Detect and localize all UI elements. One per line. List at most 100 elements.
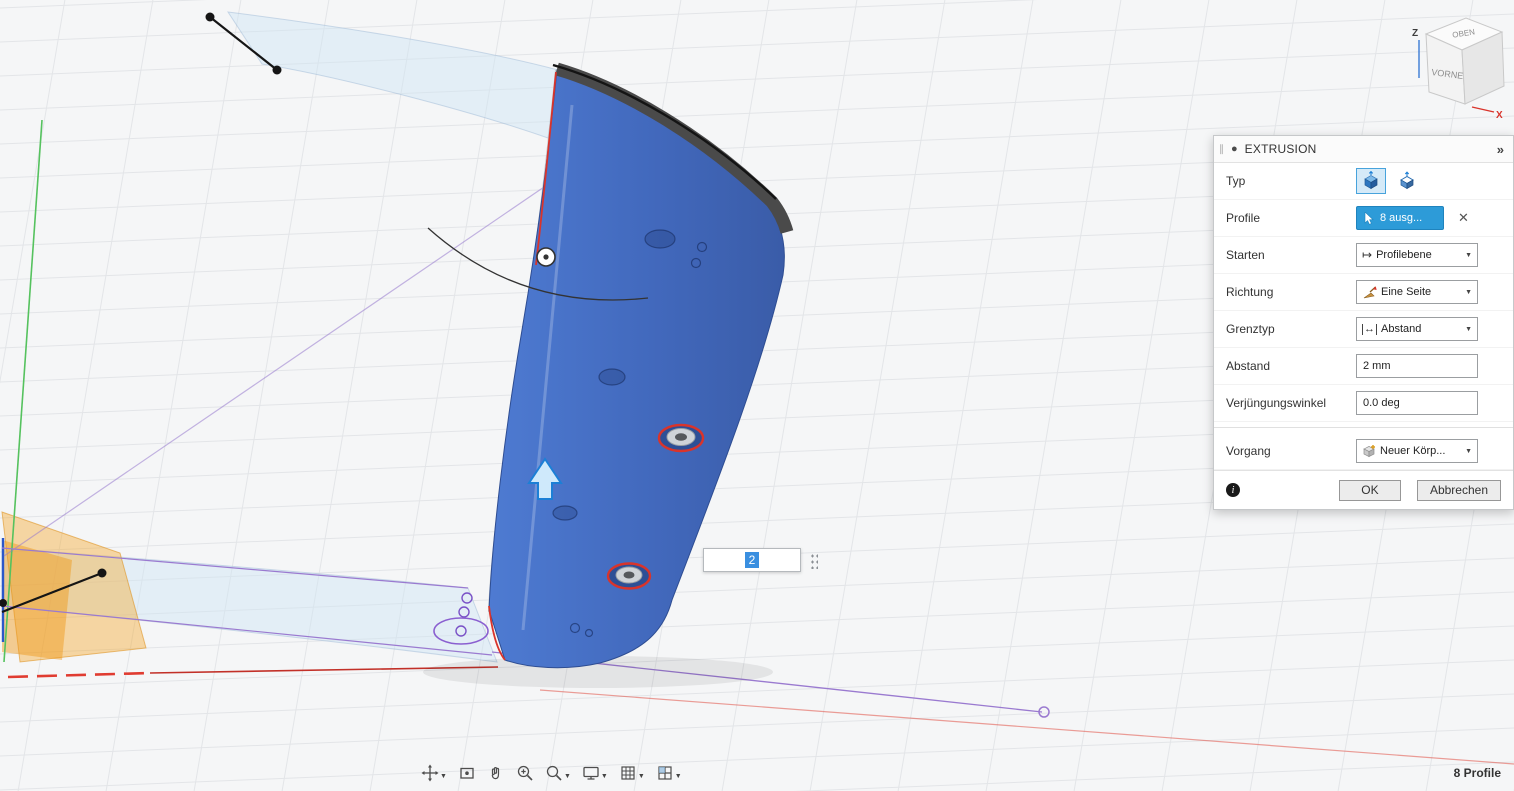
- new-body-icon: [1363, 445, 1375, 458]
- extrude-solid-icon: [1364, 171, 1378, 190]
- distance-extent-icon: ↔: [1362, 322, 1377, 335]
- row-vorgang: Vorgang Neuer Körp... ▼: [1214, 433, 1513, 470]
- extent-type-value: Abstand: [1381, 323, 1422, 335]
- drag-dots-icon: [808, 551, 818, 569]
- dimension-input[interactable]: 2: [703, 548, 801, 572]
- profile-selection-value: 8 ausg...: [1380, 212, 1423, 224]
- view-cube[interactable]: OBEN VORNE Z X: [1402, 4, 1512, 124]
- operation-value: Neuer Körp...: [1380, 445, 1446, 457]
- typ-label: Typ: [1226, 174, 1246, 188]
- dialog-drag-handle-icon[interactable]: ∥: [1219, 144, 1224, 155]
- row-grenztyp: Grenztyp ↔ Abstand ▼: [1214, 311, 1513, 348]
- orbit-tool[interactable]: ▼: [420, 763, 448, 783]
- viewports-icon: [658, 766, 672, 780]
- info-glyph: i: [1231, 484, 1235, 496]
- start-value: Profilebene: [1376, 249, 1432, 261]
- row-starten: Starten ↦ Profilebene ▼: [1214, 237, 1513, 274]
- sketch-point[interactable]: [205, 12, 215, 22]
- richtung-label: Richtung: [1226, 285, 1274, 299]
- dialog-title: EXTRUSION: [1244, 142, 1317, 156]
- pan-tool[interactable]: [486, 763, 506, 783]
- viewports-tool[interactable]: ▼: [655, 763, 683, 783]
- profile-label: Profile: [1226, 211, 1261, 225]
- axis-red-far: [539, 689, 1514, 765]
- orbit-icon: [421, 764, 439, 782]
- boss-feature[interactable]: [644, 229, 676, 249]
- row-taper: Verjüngungswinkel 0.0 deg: [1214, 385, 1513, 422]
- taper-angle-value: 0.0 deg: [1363, 397, 1400, 409]
- zoom-window-icon: [546, 765, 562, 781]
- taper-label: Verjüngungswinkel: [1226, 396, 1327, 410]
- model-body[interactable]: [433, 62, 794, 669]
- chevron-down-icon: ▼: [1465, 288, 1472, 296]
- distance-value: 2 mm: [1363, 360, 1391, 372]
- extent-type-dropdown[interactable]: ↔ Abstand ▼: [1356, 317, 1478, 341]
- direction-arrow-icon: [1363, 285, 1377, 298]
- ok-button[interactable]: OK: [1338, 479, 1401, 501]
- extrusion-command-icon: ●: [1231, 142, 1238, 155]
- chevron-down-icon: ▼: [600, 773, 608, 780]
- extrusion-dialog: ∥ ● EXTRUSION » Typ Profile 8 ausg... ✕ …: [1213, 135, 1514, 510]
- boss-feature[interactable]: [598, 368, 626, 386]
- row-typ: Typ: [1214, 163, 1513, 200]
- dimension-drag-handle[interactable]: [807, 550, 819, 570]
- hole-feature[interactable]: [606, 562, 652, 590]
- clear-selection-icon[interactable]: ✕: [1458, 210, 1469, 226]
- sketch-point[interactable]: [97, 568, 107, 578]
- grid-snaps-tool[interactable]: ▼: [618, 763, 646, 783]
- info-icon[interactable]: i: [1226, 483, 1240, 497]
- dimension-value: 2: [744, 552, 760, 568]
- distance-input[interactable]: 2 mm: [1356, 354, 1478, 378]
- direction-value: Eine Seite: [1381, 286, 1432, 298]
- view-cube-x-axis: [1471, 106, 1495, 113]
- chevron-down-icon: ▼: [440, 773, 447, 780]
- row-richtung: Richtung Eine Seite ▼: [1214, 274, 1513, 311]
- chevron-down-icon: ▼: [674, 773, 682, 780]
- row-profile: Profile 8 ausg... ✕: [1214, 200, 1513, 237]
- hole-feature[interactable]: [657, 423, 705, 453]
- extrude-thin-button[interactable]: [1392, 168, 1422, 194]
- chevron-down-icon: ▼: [637, 773, 645, 780]
- collapse-panel-icon[interactable]: »: [1497, 142, 1504, 157]
- fit-view-tool[interactable]: ▼: [544, 763, 572, 783]
- grenztyp-label: Grenztyp: [1226, 322, 1275, 336]
- view-cube-x-label: X: [1496, 110, 1503, 121]
- zoom-tool[interactable]: [515, 763, 535, 783]
- profile-count-label: 8 Profile: [1453, 766, 1501, 780]
- dialog-header[interactable]: ∥ ● EXTRUSION »: [1214, 136, 1513, 163]
- cancel-button[interactable]: Abbrechen: [1416, 479, 1501, 501]
- sketch-point[interactable]: [272, 65, 282, 75]
- display-settings-tool[interactable]: ▼: [581, 763, 609, 783]
- look-at-tool[interactable]: [457, 763, 477, 783]
- view-cube-z-label: Z: [1412, 28, 1418, 39]
- direction-dropdown[interactable]: Eine Seite ▼: [1356, 280, 1478, 304]
- cursor-icon: [1364, 211, 1374, 225]
- dimension-input-group: 2: [703, 548, 819, 572]
- grid-icon: [621, 766, 635, 780]
- extrude-solid-button[interactable]: [1356, 168, 1386, 194]
- starten-label: Starten: [1226, 248, 1265, 262]
- taper-angle-input[interactable]: 0.0 deg: [1356, 391, 1478, 415]
- row-abstand: Abstand 2 mm: [1214, 348, 1513, 385]
- sketch-surface-top[interactable]: [226, 11, 559, 139]
- abstand-label: Abstand: [1226, 359, 1271, 373]
- operation-dropdown[interactable]: Neuer Körp... ▼: [1356, 439, 1478, 463]
- extrude-thin-icon: [1400, 171, 1414, 190]
- vorgang-label: Vorgang: [1226, 444, 1271, 458]
- construction-plane-overlap: [2, 540, 72, 660]
- profile-selection-button[interactable]: 8 ausg...: [1356, 206, 1444, 230]
- chevron-down-icon: ▼: [563, 773, 571, 780]
- chevron-down-icon: ▼: [1465, 325, 1472, 333]
- chevron-down-icon: ▼: [1465, 447, 1472, 455]
- look-at-icon: [460, 767, 474, 779]
- chevron-down-icon: ▼: [1465, 251, 1472, 259]
- zoom-plus-icon: [517, 765, 533, 781]
- boss-feature[interactable]: [552, 505, 578, 521]
- navigation-toolbar: ▼ ▼ ▼ ▼ ▼: [420, 763, 683, 783]
- dialog-footer: i OK Abbrechen: [1214, 470, 1513, 509]
- start-dropdown[interactable]: ↦ Profilebene ▼: [1356, 243, 1478, 267]
- axis-red-dashed: [7, 671, 151, 679]
- dialog-separator: [1214, 427, 1513, 428]
- display-settings-icon: [583, 766, 599, 780]
- pan-hand-icon: [491, 767, 500, 780]
